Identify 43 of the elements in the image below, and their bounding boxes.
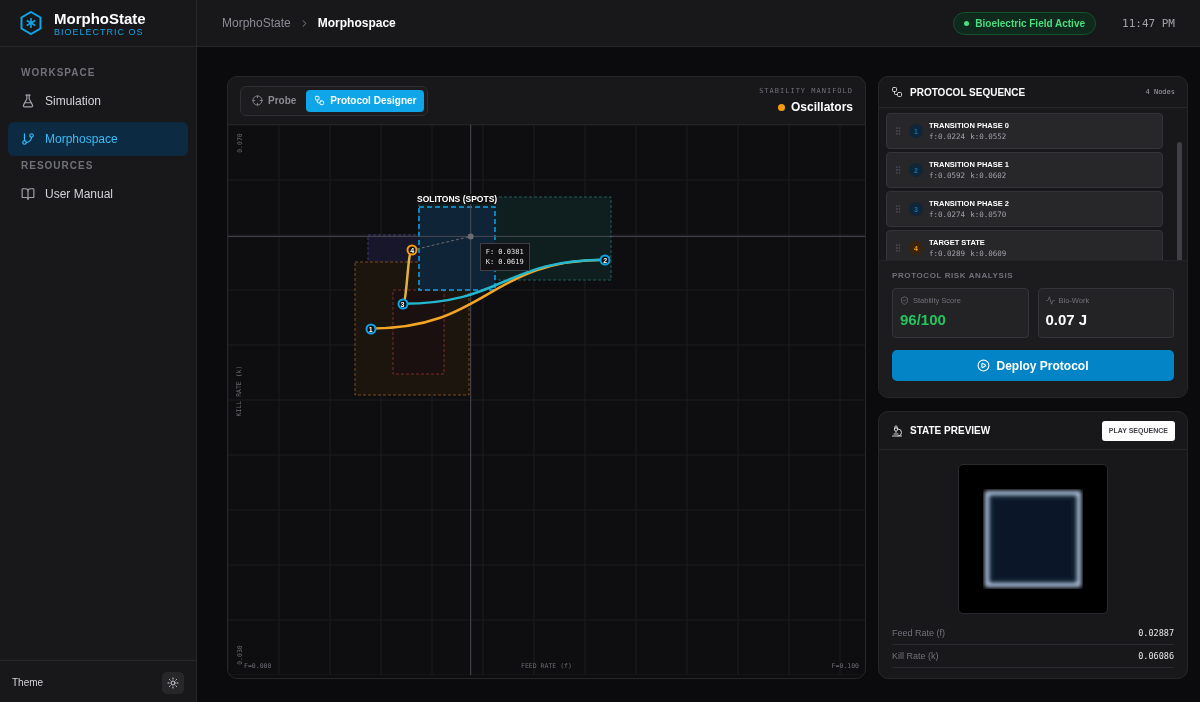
section-title: WORKSPACE (20, 67, 97, 78)
drag-handle-icon[interactable] (893, 204, 903, 214)
deploy-button[interactable]: Deploy Protocol (892, 350, 1174, 381)
drag-handle-icon[interactable] (893, 243, 903, 253)
param-label: Kill Rate (k) (892, 651, 939, 661)
status-badge: Bioelectric Field Active (953, 11, 1096, 35)
probe-point[interactable] (467, 233, 474, 240)
section-title: PROTOCOL RISK ANALYSIS (892, 271, 1015, 280)
theme-label: Theme (12, 677, 44, 688)
panel-title: STATE PREVIEW (910, 425, 991, 436)
metric-value: 96/100 (900, 311, 947, 328)
mode-tab[interactable]: Probe (244, 89, 305, 112)
breadcrumb-item[interactable]: Morphospace (317, 16, 396, 30)
breadcrumb-item[interactable]: MorphoState (222, 16, 291, 30)
nav-item[interactable]: Morphospace (8, 122, 188, 156)
pulse-icon (1045, 296, 1055, 305)
workflow-icon (891, 86, 903, 98)
play-icon (977, 359, 991, 372)
panel-title: PROTOCOL SEQUENCE (910, 86, 1026, 98)
flask-icon (21, 94, 35, 108)
theme-toggle-button[interactable] (162, 671, 184, 694)
crosshair-icon (252, 95, 263, 106)
sun-icon (167, 676, 179, 689)
param-value: 0.02887 (1138, 628, 1174, 638)
workflow-icon (314, 95, 326, 106)
clock: 11:47 PM (1122, 16, 1175, 30)
manifold-label: Oscillators (777, 100, 853, 114)
microscope-icon (891, 424, 903, 437)
brand-name: MorphoState (54, 9, 146, 27)
book-icon (21, 187, 35, 201)
param-label: Feed Rate (f) (892, 628, 946, 638)
branch-icon (21, 132, 35, 146)
snowflake-logo-icon (20, 11, 42, 35)
region-label: SOLITONS (SPOTS) (417, 194, 498, 204)
nav-item[interactable]: User Manual (8, 177, 188, 211)
section-title: RESOURCES (20, 160, 95, 171)
nav-item[interactable]: Simulation (8, 84, 188, 118)
brand-subtitle: BIOELECTRIC OS (54, 26, 144, 37)
shield-icon (900, 296, 909, 305)
drag-handle-icon[interactable] (893, 165, 903, 175)
metric-value: 0.07 J (1045, 311, 1089, 328)
drag-handle-icon[interactable] (893, 126, 903, 136)
param-value: 0.06086 (1138, 651, 1174, 661)
